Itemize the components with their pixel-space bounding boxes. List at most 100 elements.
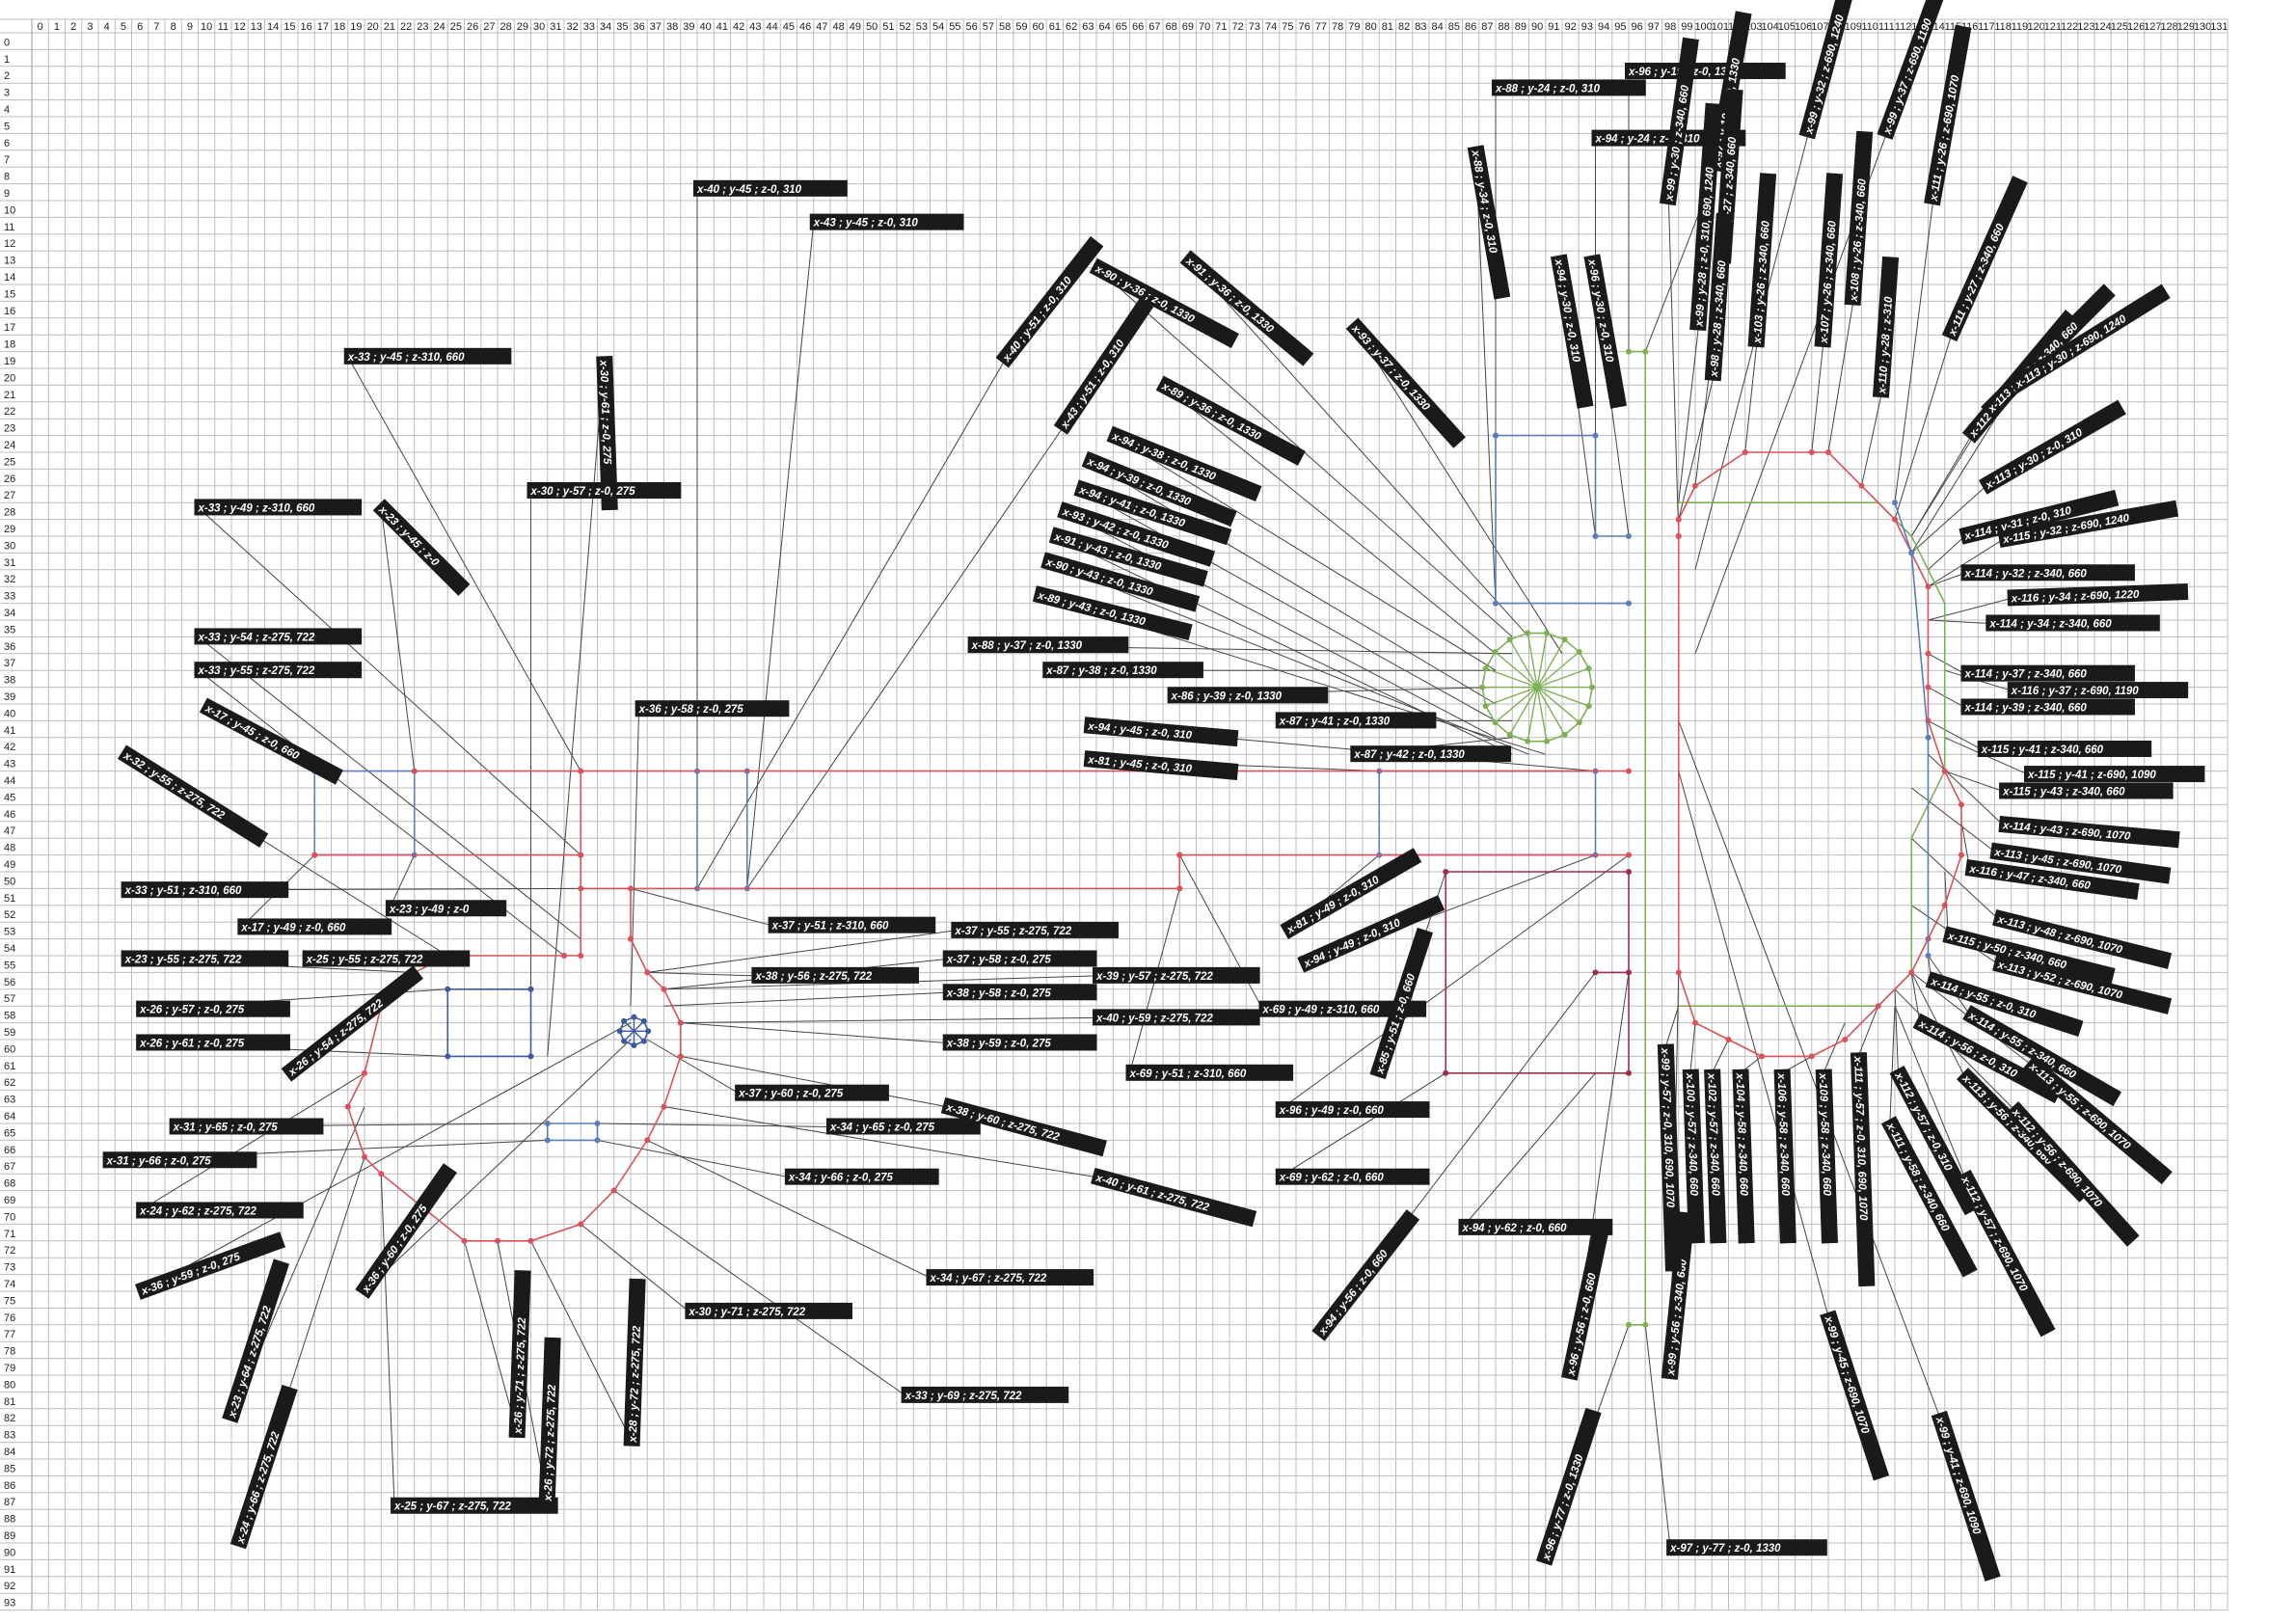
row-number: 48 xyxy=(4,843,15,854)
coord-label-text: x-24 ; y-66 ; z-275, 722 xyxy=(235,1430,283,1546)
navy-wheel xyxy=(616,1014,652,1048)
coord-label-text: x-114 ; y-39 ; z-340, 660 xyxy=(1963,702,2087,714)
coord-label-text: x-31 ; y-66 ; z-0, 275 xyxy=(106,1155,212,1167)
col-number: 83 xyxy=(1415,21,1426,33)
row-number: 28 xyxy=(4,507,15,519)
coord-label: x-113 ; y-30 ; z-0, 310 xyxy=(1978,399,2126,495)
col-number: 23 xyxy=(417,21,428,33)
col-number: 121 xyxy=(2044,21,2062,33)
red-vert-left-vertex xyxy=(578,953,584,959)
coord-label: x-99 ; y-41 ; z-690, 1090 xyxy=(1931,1410,2001,1582)
col-number: 118 xyxy=(1994,21,2012,33)
coord-label: x-23 ; y-55 ; z-275, 722 xyxy=(121,950,289,967)
coord-label: x-30 ; y-57 ; z-0, 275 xyxy=(527,482,682,500)
col-number: 68 xyxy=(1166,21,1177,33)
coord-label: x-116 ; y-37 ; z-690, 1190 xyxy=(2007,682,2189,699)
row-number: 40 xyxy=(4,708,15,719)
coord-label: x-26 ; y-61 ; z-0, 275 xyxy=(136,1034,290,1051)
coord-label-text: x-115 ; y-43 ; z-340, 660 xyxy=(2002,786,2125,798)
row-number: 2 xyxy=(4,70,10,82)
coord-label: x-69 ; y-51 ; z-310, 660 xyxy=(1125,1064,1294,1081)
leader-line xyxy=(198,507,581,855)
green-starburst xyxy=(1479,630,1596,744)
col-number: 48 xyxy=(833,21,845,33)
row-number: 35 xyxy=(4,624,15,636)
coord-label-text: x-112 ; y-57 ; z-690, 1070 xyxy=(1958,1174,2030,1293)
col-number: 101 xyxy=(1712,21,1729,33)
col-number: 127 xyxy=(2144,21,2161,33)
coord-label-text: x-69 ; y-62 ; z-0, 660 xyxy=(1279,1173,1385,1184)
leader-line xyxy=(696,360,1006,889)
red-loop-left-vertex xyxy=(610,1187,617,1194)
red-dome-vertex xyxy=(1692,482,1698,489)
blue-small-rect-vertex xyxy=(594,1121,601,1126)
col-number: 35 xyxy=(616,21,628,33)
coord-label: x-97 ; y-77 ; z-0, 1330 xyxy=(1666,1539,1827,1556)
navy-wheel-vertex xyxy=(640,1017,647,1024)
row-number: 30 xyxy=(4,540,15,552)
coord-label-text: x-32 ; y-55 ; z-275, 722 xyxy=(121,749,227,822)
blue-right-arc-vertex xyxy=(1892,500,1898,506)
coord-label: x-26 ; y-54 ; z-275, 722 xyxy=(281,965,423,1082)
col-number: 21 xyxy=(384,21,395,33)
blue-rect-top-vertex xyxy=(1626,533,1632,539)
col-number: 37 xyxy=(650,21,662,33)
col-number: 53 xyxy=(916,21,928,33)
col-number: 38 xyxy=(666,21,678,33)
row-number: 91 xyxy=(4,1564,15,1576)
coord-label: x-33 ; y-49 ; z-310, 660 xyxy=(194,499,363,516)
coord-label-text: x-96 ; y-77 ; z-0, 1330 xyxy=(1541,1452,1586,1562)
red-dome-vertex xyxy=(1925,583,1931,590)
row-number: 23 xyxy=(4,423,15,435)
red-dome-vertex xyxy=(1825,449,1831,455)
col-number: 8 xyxy=(171,21,176,33)
coord-label: x-33 ; y-55 ; z-275, 722 xyxy=(194,662,363,679)
blue-line-top2-vertex xyxy=(1493,432,1499,439)
coord-label: x-17 ; y-49 ; z-0, 660 xyxy=(237,918,392,935)
green-starburst-vertex xyxy=(1479,684,1486,690)
navy-wheel-vertex xyxy=(631,1014,637,1020)
row-number: 6 xyxy=(4,138,10,149)
col-number: 85 xyxy=(1448,21,1460,33)
coord-label: x-87 ; y-42 ; z-0, 1330 xyxy=(1350,745,1512,763)
col-number: 24 xyxy=(434,21,446,33)
coord-label-text: x-87 ; y-41 ; z-0, 1330 xyxy=(1279,716,1391,727)
col-number: 10 xyxy=(201,21,212,33)
green-starburst-spoke xyxy=(1495,687,1538,723)
row-number: 39 xyxy=(4,691,15,703)
col-number: 75 xyxy=(1282,21,1293,33)
col-number: 52 xyxy=(900,21,911,33)
col-number: 59 xyxy=(1015,21,1027,33)
row-number: 89 xyxy=(4,1530,15,1542)
col-number: 15 xyxy=(284,21,295,33)
col-number: 73 xyxy=(1249,21,1260,33)
green-starburst-spoke xyxy=(1485,667,1538,689)
maroon-rect-right-vertex xyxy=(1626,1069,1632,1076)
red-corridor-49-vertex xyxy=(1626,852,1632,858)
col-number: 109 xyxy=(1845,21,1862,33)
row-number: 67 xyxy=(4,1161,15,1173)
red-dome-vertex xyxy=(1941,902,1948,908)
coord-label-text: x-96 ; y-49 ; z-0, 660 xyxy=(1279,1105,1385,1117)
coord-label-text: x-40 ; y-59 ; z-275, 722 xyxy=(1095,1013,1213,1024)
coord-label-text: x-94 ; y-62 ; z-0, 660 xyxy=(1462,1223,1568,1234)
leader-line xyxy=(1678,376,1715,520)
coord-label: x-114 ; y-34 ; z-340, 660 xyxy=(1985,614,2160,632)
row-number: 70 xyxy=(4,1211,15,1223)
row-number: 46 xyxy=(4,809,15,821)
blue-right-arc-vertex xyxy=(1925,953,1931,959)
col-number: 18 xyxy=(334,21,345,33)
col-number: 91 xyxy=(1548,21,1559,33)
leader-line xyxy=(380,1174,395,1506)
coord-label-text: x-38 ; y-56 ; z-275, 722 xyxy=(754,971,872,983)
coord-label: x-38 ; y-56 ; z-275, 722 xyxy=(751,966,919,984)
row-number: 66 xyxy=(4,1145,15,1156)
col-number: 99 xyxy=(1681,21,1692,33)
coord-label: x-96 ; y-19 ; z-0, 1330 xyxy=(1625,63,1786,80)
col-number: 57 xyxy=(983,21,994,33)
col-number: 40 xyxy=(700,21,712,33)
col-number: 80 xyxy=(1365,21,1377,33)
col-number: 46 xyxy=(799,21,811,33)
coord-label: x-37 ; y-55 ; z-275, 722 xyxy=(951,921,1119,938)
col-number: 106 xyxy=(1795,21,1812,33)
